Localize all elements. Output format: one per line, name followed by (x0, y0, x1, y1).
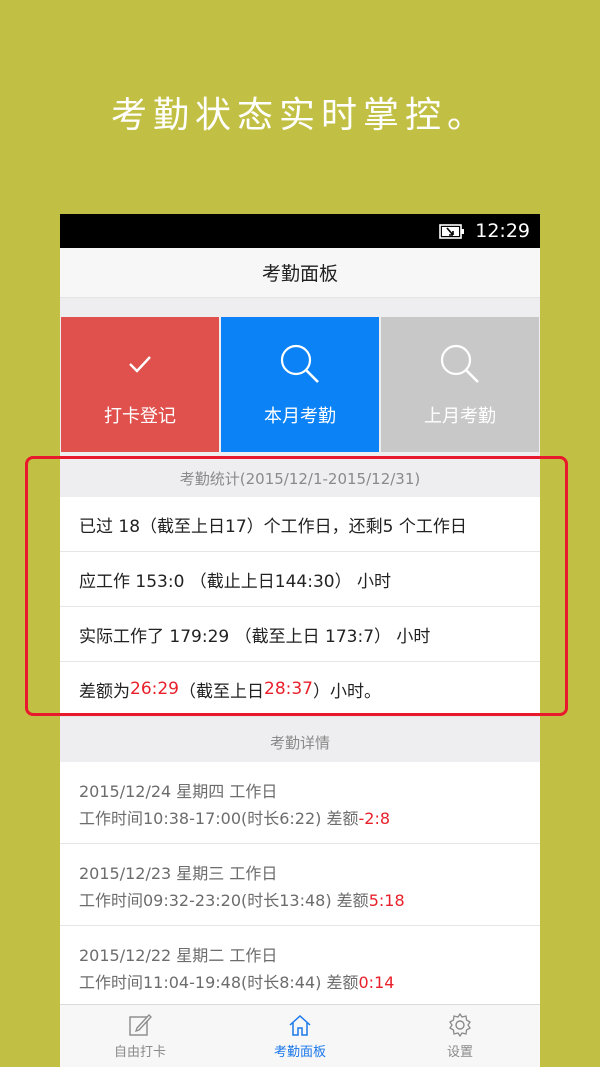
details-list: 2015/12/24 星期四 工作日 工作时间10:38-17:00(时长6:2… (60, 762, 540, 1008)
this-month-label: 本月考勤 (264, 405, 336, 427)
list-item[interactable]: 2015/12/22 星期二 工作日 工作时间11:04-19:48(时长8:4… (60, 926, 540, 1008)
list-item[interactable]: 2015/12/23 星期三 工作日 工作时间09:32-23:20(时长13:… (60, 844, 540, 926)
diff-middle: （截至上日 (179, 681, 264, 702)
tab-settings[interactable]: 设置 (380, 1005, 540, 1067)
detail-diff: 5:18 (368, 891, 405, 910)
detail-date: 2015/12/24 星期四 工作日 (79, 782, 278, 801)
stat-actual-row: 实际工作了 179:29 （截至上日 173:7） 小时 (60, 607, 540, 662)
promo-headline: 考勤状态实时掌控。 (110, 95, 489, 136)
gear-icon (449, 1012, 471, 1038)
diff-value: 26:29 (130, 679, 179, 699)
edit-icon (129, 1014, 152, 1036)
nav-bar: 考勤面板 (60, 248, 540, 298)
detail-date: 2015/12/22 星期二 工作日 (79, 946, 278, 965)
list-item[interactable]: 2015/12/24 星期四 工作日 工作时间10:38-17:00(时长6:2… (60, 762, 540, 844)
last-month-label: 上月考勤 (424, 405, 496, 427)
home-icon (289, 1014, 311, 1036)
stats-section: 考勤统计(2015/12/1-2015/12/31) 已过 18（截至上日17）… (60, 459, 540, 717)
detail-date: 2015/12/23 星期三 工作日 (79, 864, 278, 883)
stat-actual-text: 实际工作了 179:29 （截至上日 173:7） 小时 (79, 626, 431, 647)
detail-time: 工作时间11:04-19:48(时长8:44) 差额0:14 (79, 973, 395, 992)
tab-dashboard[interactable]: 考勤面板 (220, 1005, 380, 1067)
check-in-label: 打卡登记 (104, 405, 176, 427)
checkmark-icon (118, 342, 162, 386)
detail-diff: 0:14 (358, 973, 395, 992)
stat-required-row: 应工作 153:0 （截止上日144:30） 小时 (60, 552, 540, 607)
battery-charging-icon (439, 223, 465, 239)
check-in-button[interactable]: 打卡登记 (61, 317, 219, 452)
stat-difference-row: 差额为 26:29 （截至上日 28:37 ）小时。 (60, 662, 540, 717)
search-icon (438, 342, 482, 386)
tab-settings-label: 设置 (446, 1045, 473, 1060)
phone-screen: 12:29 考勤面板 打卡登记 本月考勤 上月考勤 考勤统计(2015/12/1… (60, 214, 540, 1067)
diff-prefix: 差额为 (79, 681, 130, 702)
status-bar: 12:29 (60, 214, 540, 248)
action-tiles: 打卡登记 本月考勤 上月考勤 (60, 317, 540, 452)
stat-workdays-text: 已过 18（截至上日17）个工作日，还剩5 个工作日 (79, 516, 467, 537)
tab-free-checkin[interactable]: 自由打卡 (60, 1005, 220, 1067)
detail-diff: -2:8 (358, 809, 391, 828)
this-month-button[interactable]: 本月考勤 (221, 317, 379, 452)
stat-workdays-row: 已过 18（截至上日17）个工作日，还剩5 个工作日 (60, 497, 540, 552)
stat-required-text: 应工作 153:0 （截止上日144:30） 小时 (79, 571, 392, 592)
details-header: 考勤详情 (60, 722, 540, 762)
last-month-button[interactable]: 上月考勤 (381, 317, 539, 452)
tab-dashboard-label: 考勤面板 (273, 1045, 326, 1060)
detail-time: 工作时间10:38-17:00(时长6:22) 差额-2:8 (79, 809, 391, 828)
diff-suffix: ）小时。 (313, 681, 381, 702)
tab-free-checkin-label: 自由打卡 (113, 1045, 166, 1060)
tab-bar: 自由打卡 考勤面板 设置 (60, 1004, 540, 1067)
search-icon (278, 342, 322, 386)
diff-prev-value: 28:37 (264, 679, 313, 699)
page-title: 考勤面板 (261, 263, 338, 285)
stats-header: 考勤统计(2015/12/1-2015/12/31) (60, 459, 540, 497)
status-time: 12:29 (475, 220, 530, 242)
detail-time: 工作时间09:32-23:20(时长13:48) 差额5:18 (79, 891, 405, 910)
